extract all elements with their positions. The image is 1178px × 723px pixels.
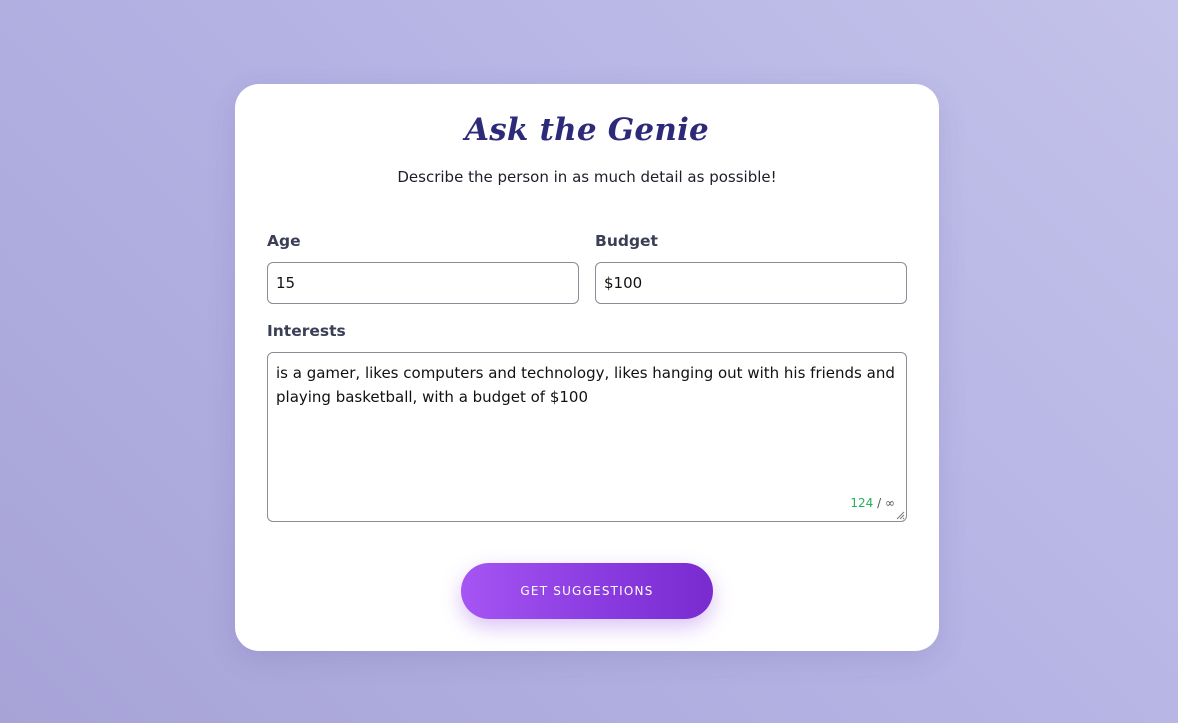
interests-label: Interests (267, 322, 346, 340)
form-card: Ask the Genie Describe the person in as … (235, 84, 939, 651)
character-counter: 124 / ∞ (850, 496, 895, 510)
interests-field: is a gamer, likes computers and technolo… (267, 352, 907, 522)
character-limit: / ∞ (877, 496, 895, 510)
age-label: Age (267, 232, 301, 250)
budget-label: Budget (595, 232, 658, 250)
page-subtitle: Describe the person in as much detail as… (397, 168, 777, 186)
resize-handle-icon[interactable] (895, 510, 905, 520)
interests-textarea[interactable]: is a gamer, likes computers and technolo… (267, 352, 907, 522)
budget-input[interactable] (595, 262, 907, 304)
page-title: Ask the Genie (465, 112, 709, 148)
age-input[interactable] (267, 262, 579, 304)
get-suggestions-button[interactable]: GET SUGGESTIONS (461, 563, 713, 619)
character-count: 124 (850, 496, 874, 510)
